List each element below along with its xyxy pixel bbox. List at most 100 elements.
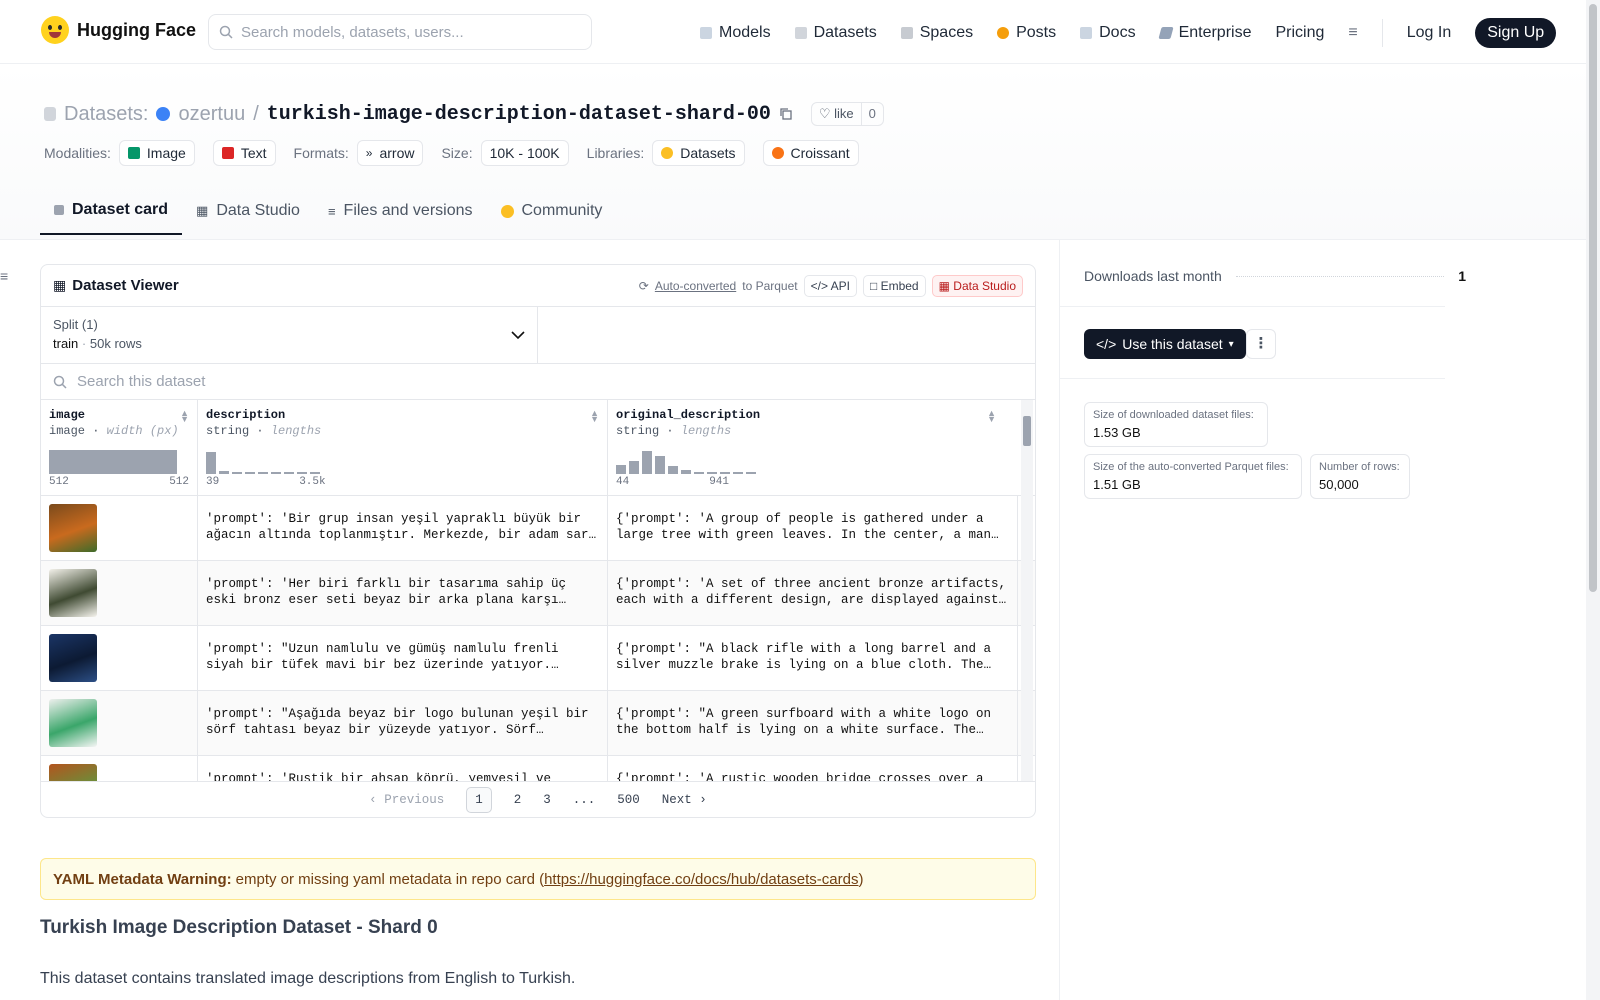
histogram-bar[interactable] — [668, 466, 678, 474]
nav-enterprise[interactable]: Enterprise — [1157, 24, 1251, 42]
image-cell[interactable] — [41, 561, 198, 625]
image-thumbnail[interactable] — [49, 764, 97, 782]
histogram-bar[interactable] — [681, 470, 691, 474]
tab-dataset-card[interactable]: Dataset card — [40, 193, 183, 235]
docs-link[interactable]: https://huggingface.co/docs/hub/datasets… — [544, 871, 858, 888]
description-cell[interactable]: 'prompt': 'Rustik bir ahşap köprü, yemye… — [198, 756, 608, 782]
histogram-bar[interactable] — [258, 472, 268, 474]
table-row[interactable]: 'prompt': 'Bir grup insan yeşil yapraklı… — [41, 496, 1035, 561]
sort-icon[interactable]: ▲ ▼ — [180, 409, 189, 424]
histogram-bar[interactable] — [310, 472, 320, 474]
auto-converted-link[interactable]: Auto-converted — [655, 279, 736, 293]
page-1[interactable]: 1 — [466, 786, 492, 813]
histogram-bar[interactable] — [707, 472, 717, 474]
tag-datasets-lib[interactable]: Datasets — [652, 140, 745, 166]
histogram-bar[interactable] — [655, 455, 665, 474]
table-row[interactable]: 'prompt': "Aşağıda beyaz bir logo buluna… — [41, 691, 1035, 756]
grid-scrollbar[interactable] — [1021, 400, 1033, 782]
nav-posts[interactable]: Posts — [997, 24, 1056, 42]
tag-size[interactable]: 10K - 100K — [480, 140, 569, 166]
histogram-bar[interactable] — [219, 470, 229, 474]
page-scrollbar[interactable] — [1586, 0, 1600, 1000]
more-options-button[interactable]: ⋮ — [1246, 329, 1276, 359]
original-description-cell[interactable]: {'prompt': "A green surfboard with a whi… — [608, 691, 1018, 755]
original-description-cell[interactable]: {'prompt': 'A group of people is gathere… — [608, 496, 1018, 560]
split-selector[interactable]: Split (1) train · 50k rows — [41, 307, 538, 363]
description-cell[interactable]: 'prompt': "Uzun namlulu ve gümüş namlulu… — [198, 626, 608, 690]
description-cell[interactable]: 'prompt': 'Bir grup insan yeşil yapraklı… — [198, 496, 608, 560]
image-cell[interactable] — [41, 496, 198, 560]
global-search[interactable] — [208, 14, 592, 50]
page-500[interactable]: 500 — [617, 793, 640, 807]
histogram-bar[interactable] — [629, 461, 639, 474]
owner-link[interactable]: ozertuu — [178, 103, 245, 126]
page-scroll-thumb[interactable] — [1589, 4, 1597, 592]
original-description-cell[interactable]: {'prompt': 'A rustic wooden bridge cross… — [608, 756, 1018, 782]
sort-icon[interactable]: ▲ ▼ — [987, 409, 996, 424]
page-3[interactable]: 3 — [543, 793, 551, 807]
image-thumbnail[interactable] — [49, 504, 97, 552]
table-row[interactable]: 'prompt': "Uzun namlulu ve gümüş namlulu… — [41, 626, 1035, 691]
nav-pricing[interactable]: Pricing — [1275, 24, 1324, 42]
signup-button[interactable]: Sign Up — [1475, 18, 1557, 48]
global-search-input[interactable] — [241, 23, 561, 41]
brand-logo[interactable]: Hugging Face — [41, 16, 196, 44]
nav-spaces[interactable]: Spaces — [900, 24, 973, 42]
sidebar-toggle-icon[interactable]: ≡ — [0, 268, 8, 284]
tag-text[interactable]: Text — [212, 140, 276, 166]
description-cell[interactable]: 'prompt': 'Her biri farklı bir tasarıma … — [198, 561, 608, 625]
like-button[interactable]: ♡ like 0 — [810, 102, 884, 126]
histogram-bar[interactable] — [733, 472, 743, 474]
original-description-cell[interactable]: {'prompt': "A black rifle with a long ba… — [608, 626, 1018, 690]
column-header-description[interactable]: description string · lengths ▲ ▼ 39 3.5k — [198, 400, 608, 495]
column-header-original-description[interactable]: original_description string · lengths ▲ ▼… — [608, 400, 1018, 495]
tab-files[interactable]: ≡ Files and versions — [314, 193, 487, 235]
login-link[interactable]: Log In — [1407, 24, 1451, 42]
nav-docs[interactable]: Docs — [1080, 24, 1136, 42]
tab-community[interactable]: Community — [487, 193, 617, 235]
histogram-bar[interactable] — [746, 472, 756, 474]
sort-icon[interactable]: ▲ ▼ — [590, 409, 599, 424]
image-cell[interactable] — [41, 691, 198, 755]
more-menu-icon[interactable]: ≡ — [1348, 24, 1357, 42]
histogram-bar[interactable] — [206, 451, 216, 474]
dataset-search[interactable] — [41, 364, 1035, 400]
histogram-bar[interactable] — [284, 472, 294, 474]
nav-datasets[interactable]: Datasets — [794, 24, 877, 42]
histogram-bar[interactable] — [694, 472, 704, 474]
histogram-bar[interactable] — [720, 472, 730, 474]
table-row[interactable]: 'prompt': 'Rustik bir ahşap köprü, yemye… — [41, 756, 1035, 782]
image-thumbnail[interactable] — [49, 634, 97, 682]
histogram-bar[interactable] — [616, 464, 626, 474]
page-2[interactable]: 2 — [514, 793, 522, 807]
histogram-bar[interactable] — [245, 472, 255, 474]
histogram-bar[interactable] — [271, 472, 281, 474]
table-row[interactable]: 'prompt': 'Her biri farklı bir tasarıma … — [41, 561, 1035, 626]
image-cell[interactable] — [41, 626, 198, 690]
image-thumbnail[interactable] — [49, 569, 97, 617]
dataset-search-input[interactable] — [77, 373, 677, 390]
tab-data-studio[interactable]: ▦ Data Studio — [182, 193, 314, 235]
histogram-bar[interactable] — [297, 472, 307, 474]
tag-image[interactable]: Image — [118, 140, 195, 166]
copy-icon[interactable] — [779, 107, 793, 121]
data-studio-button[interactable]: ▦ Data Studio — [931, 274, 1023, 297]
embed-button[interactable]: □ Embed — [862, 274, 926, 297]
api-button[interactable]: </> API — [803, 274, 857, 297]
tag-arrow[interactable]: » arrow — [356, 140, 424, 166]
previous-page[interactable]: ‹ Previous — [369, 793, 444, 807]
histogram-bar[interactable] — [49, 450, 177, 474]
repo-name[interactable]: turkish-image-description-dataset-shard-… — [267, 103, 771, 126]
image-thumbnail[interactable] — [49, 699, 97, 747]
use-dataset-button[interactable]: </> Use this dataset ▾ — [1084, 329, 1246, 359]
datasets-crumb[interactable]: Datasets: — [64, 103, 148, 126]
histogram-bar[interactable] — [642, 450, 652, 474]
column-header-image[interactable]: image image · width (px) ▲ ▼ 512 512 — [41, 400, 198, 495]
tag-croissant[interactable]: Croissant — [762, 140, 859, 166]
image-cell[interactable] — [41, 756, 198, 782]
nav-models[interactable]: Models — [700, 24, 771, 42]
original-description-cell[interactable]: {'prompt': 'A set of three ancient bronz… — [608, 561, 1018, 625]
next-page[interactable]: Next › — [662, 793, 707, 807]
histogram-bar[interactable] — [232, 471, 242, 474]
description-cell[interactable]: 'prompt': "Aşağıda beyaz bir logo buluna… — [198, 691, 608, 755]
